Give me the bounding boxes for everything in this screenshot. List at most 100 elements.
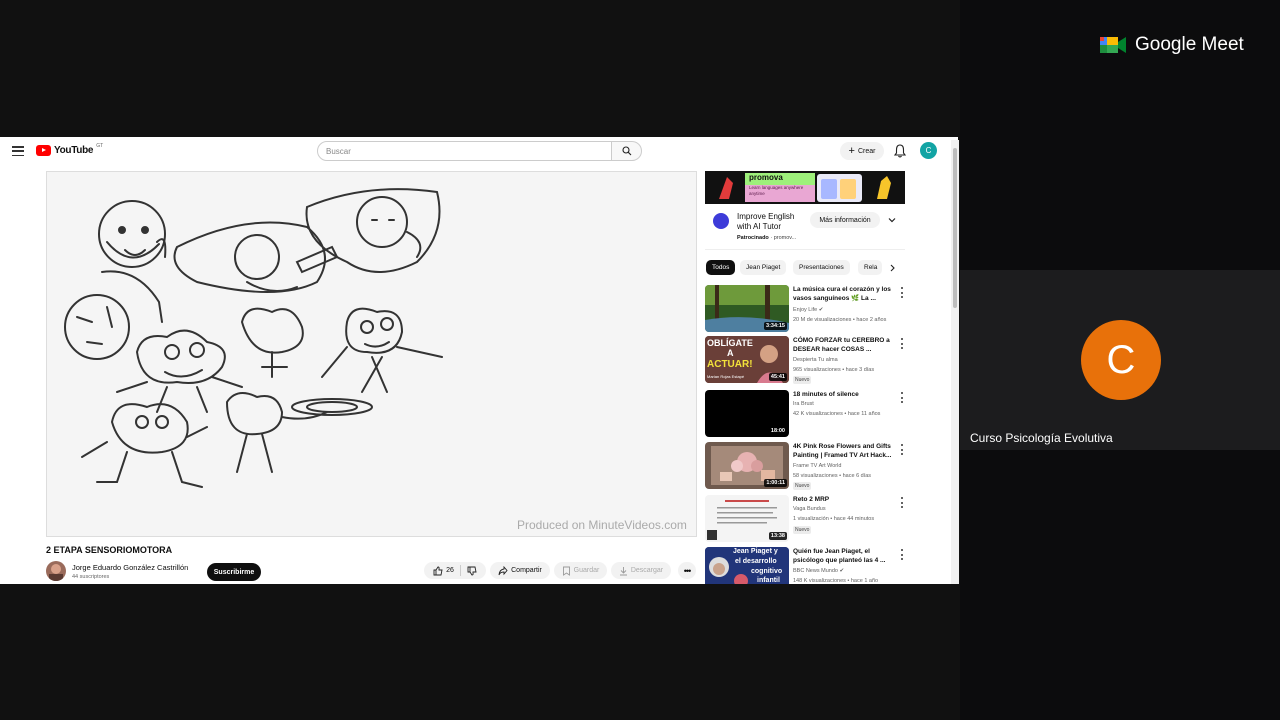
thumbnail-caption: cognitivo [751, 568, 783, 575]
like-count[interactable]: 26 [446, 567, 454, 574]
recommendation-channel: Vaga Bundus [793, 506, 826, 512]
recommendation-channel: Enjoy Life ✔ [793, 307, 824, 313]
subscriber-count: 44 suscriptores [72, 574, 110, 580]
video-thumbnail[interactable]: 13:38 [705, 495, 789, 542]
channel-name-link[interactable]: Jorge Eduardo González Castrillón [72, 563, 188, 572]
recommendation-meta: 1 visualización • hace 44 minutos [793, 516, 875, 522]
youtube-country-code: GT [96, 142, 104, 149]
recommendation-title[interactable]: Reto 2 MRP [793, 495, 895, 504]
create-label: Crear [857, 147, 876, 155]
recommendation-channel: Frame TV Art World [793, 463, 842, 469]
video-thumbnail[interactable]: 3:34:15 [705, 285, 789, 332]
like-icon[interactable] [433, 566, 443, 576]
ad-brand: promova [749, 173, 783, 182]
chip-todos[interactable]: Todos [706, 260, 736, 275]
user-avatar[interactable]: C [920, 142, 937, 159]
video-duration: 13:38 [768, 532, 787, 540]
thumbnail-caption: OBLÍGATE [707, 338, 753, 348]
chevron-right-icon[interactable] [888, 264, 896, 272]
hamburger-menu-icon[interactable] [12, 146, 24, 156]
thumbnail-caption: Jean Piaget y [733, 548, 778, 555]
recommendation-channel: BBC News Mundo ✔ [793, 568, 845, 574]
recommendation-title[interactable]: CÓMO FORZAR tu CEREBRO a DESEAR hacer CO… [793, 336, 895, 354]
recommendation-meta: 965 visualizaciones • hace 3 días [793, 367, 875, 373]
save-button[interactable]: Guardar [554, 562, 607, 579]
participant-name: Curso Psicología Evolutiva [970, 431, 1113, 445]
youtube-logo-text: YouTube [54, 145, 94, 156]
chip-related[interactable]: Rela [858, 260, 882, 275]
ad-banner-image[interactable]: promova Learn languages anywhere anytime [705, 171, 905, 204]
download-label: Descargar [630, 567, 664, 574]
channel-avatar-image [49, 564, 63, 581]
recommendation-title[interactable]: La música cura el corazón y los vasos sa… [793, 285, 895, 303]
like-dislike-group: 26 [424, 562, 486, 579]
meet-logo-text: Google Meet [1135, 34, 1244, 55]
thumbnail-caption: Marian Rojas Estapé [707, 374, 745, 379]
recommendation-title[interactable]: 4K Pink Rose Flowers and Gifts Painting … [793, 442, 895, 460]
youtube-play-icon [36, 145, 51, 156]
recommendation-item[interactable]: 3:34:15 La música cura el corazón y los … [705, 285, 910, 333]
recommendation-meta: 20 M de visualizaciones • hace 2 años [793, 317, 887, 323]
more-vertical-icon[interactable] [901, 392, 904, 403]
ad-sponsored-line: Patrocinado · promov... [737, 235, 797, 241]
scrollbar-thumb[interactable] [953, 148, 957, 308]
recommendation-meta: 42 K visualizaciones • hace 11 años [793, 411, 881, 417]
recommendation-item[interactable]: 13:38 Reto 2 MRP Vaga Bundus 1 visualiza… [705, 495, 910, 543]
recommendation-title[interactable]: Quién fue Jean Piaget, el psicólogo que … [793, 547, 895, 565]
notifications-bell-icon[interactable] [893, 143, 907, 159]
search-button[interactable] [611, 141, 642, 161]
video-thumbnail[interactable]: 18:00 [705, 390, 789, 437]
video-duration: 1:00:11 [764, 479, 787, 487]
youtube-logo[interactable]: YouTube GT [36, 142, 104, 156]
recommendation-title[interactable]: 18 minutes of silence [793, 390, 895, 399]
page-scrollbar[interactable] [951, 140, 959, 584]
video-thumbnail[interactable]: Jean Piaget y el desarrollo cognitivo in… [705, 547, 789, 584]
recommendation-meta: 58 visualizaciones • hace 6 días [793, 473, 872, 479]
participant-avatar: C [1081, 320, 1161, 400]
share-icon [498, 565, 508, 575]
video-frame-illustration [64, 188, 443, 488]
download-icon [619, 566, 627, 575]
video-thumbnail[interactable]: 1:00:11 [705, 442, 789, 489]
google-meet-logo: Google Meet [1100, 34, 1244, 56]
video-duration: 3:34:15 [764, 322, 787, 330]
chevron-down-icon[interactable] [887, 215, 897, 225]
more-vertical-icon[interactable] [901, 549, 904, 560]
subscribe-button[interactable]: Suscribirme [207, 563, 261, 581]
video-thumbnail[interactable]: OBLÍGATE A ACTUAR! Marian Rojas Estapé 4… [705, 336, 789, 383]
thumbnail-caption: infantil [757, 577, 780, 584]
new-badge: Nuevo [793, 376, 812, 384]
ad-more-info-button[interactable]: Más información [810, 212, 880, 228]
new-badge: Nuevo [793, 482, 812, 490]
meet-camera-icon [1100, 37, 1126, 53]
screen: Google Meet C Curso Psicología Evolutiva… [0, 0, 1280, 720]
channel-avatar[interactable] [46, 561, 66, 581]
new-badge: Nuevo [793, 526, 812, 534]
create-button[interactable]: + Crear [840, 142, 884, 160]
more-vertical-icon[interactable] [901, 338, 904, 349]
share-label: Compartir [511, 567, 542, 574]
more-vertical-icon[interactable] [901, 287, 904, 298]
recommendation-item[interactable]: 1:00:11 4K Pink Rose Flowers and Gifts P… [705, 442, 910, 490]
ad-tagline: Learn languages anywhere anytime [749, 185, 804, 196]
recommendation-item[interactable]: Jean Piaget y el desarrollo cognitivo in… [705, 547, 910, 584]
more-vertical-icon[interactable] [901, 444, 904, 455]
video-watermark: Produced on MinuteVideos.com [517, 518, 687, 532]
chip-presentaciones[interactable]: Presentaciones [793, 260, 850, 275]
chip-jean-piaget[interactable]: Jean Piaget [740, 260, 787, 275]
ad-title[interactable]: Improve English with AI Tutor [737, 212, 807, 232]
recommendation-item[interactable]: 18:00 18 minutes of silence Ira Brust 42… [705, 390, 910, 438]
more-vertical-icon[interactable] [901, 497, 904, 508]
dislike-icon[interactable] [467, 566, 477, 576]
more-horizontal-icon: ••• [683, 565, 692, 576]
more-actions-button[interactable]: ••• [678, 562, 696, 579]
share-button[interactable]: Compartir [490, 562, 550, 579]
thumbnail-caption: ACTUAR! [707, 359, 753, 370]
recommendation-item[interactable]: OBLÍGATE A ACTUAR! Marian Rojas Estapé 4… [705, 336, 910, 384]
search-input[interactable]: Buscar [317, 141, 612, 161]
verified-icon: ✔ [839, 568, 845, 574]
bookmark-icon [562, 566, 570, 576]
video-player[interactable]: Produced on MinuteVideos.com [46, 171, 697, 537]
video-duration: 45:41 [768, 373, 787, 381]
download-button[interactable]: Descargar [611, 562, 671, 579]
